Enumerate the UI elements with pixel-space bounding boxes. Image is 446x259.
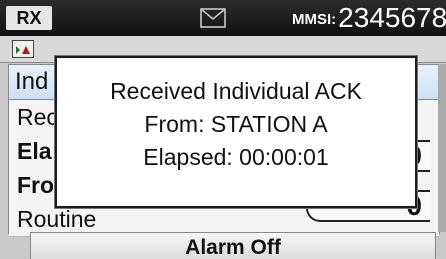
dialog-elapsed: Elapsed: 00:00:01 — [143, 144, 329, 170]
mmsi-readout: MMSI:23456789 — [292, 2, 446, 36]
ack-dialog: Received Individual ACK From: STATION A … — [55, 56, 417, 208]
envelope-icon — [200, 8, 226, 28]
rx-badge: RX — [6, 6, 52, 30]
status-bar: RX MMSI:23456789 — [0, 0, 446, 36]
alarm-off-button[interactable]: Alarm Off — [30, 232, 436, 259]
mmsi-value: 23456789 — [338, 2, 446, 33]
dialog-title: Received Individual ACK — [110, 78, 362, 104]
signal-icon — [12, 40, 34, 58]
mmsi-label: MMSI: — [292, 11, 337, 28]
radio-screen: RX MMSI:23456789 Ind Rec Ela Fro Routine… — [0, 0, 446, 259]
scrollbar[interactable] — [438, 64, 446, 232]
dialog-from: From: STATION A — [144, 111, 328, 137]
